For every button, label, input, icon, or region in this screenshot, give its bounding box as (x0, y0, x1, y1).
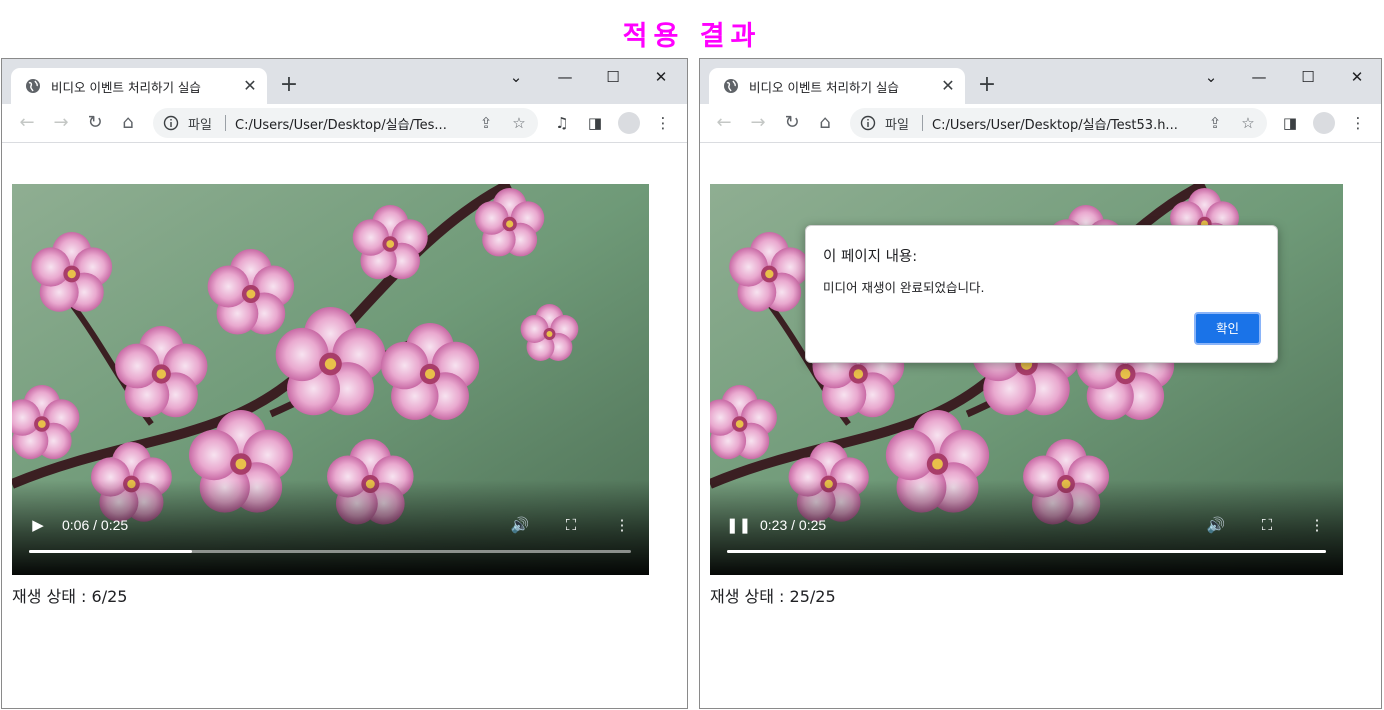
dialog-message: 미디어 재생이 완료되었습니다. (823, 280, 985, 295)
play-icon[interactable]: ▶ (28, 516, 48, 536)
volume-icon[interactable]: 🔊 (1205, 515, 1227, 537)
browser-window-left: 비디오 이벤트 처리하기 실습 ✕ + ⌄ — ☐ ✕ ← → ↻ ⌂ 파일 C… (1, 58, 688, 709)
browser-toolbar: ← → ↻ ⌂ 파일 C:/Users/User/Desktop/실습/Tes.… (2, 104, 687, 143)
new-tab-button[interactable]: + (975, 73, 999, 97)
globe-icon (724, 79, 738, 93)
share-icon[interactable]: ⇪ (477, 114, 495, 132)
url-text[interactable]: C:/Users/User/Desktop/실습/Tes... (235, 114, 447, 133)
reload-icon[interactable]: ↻ (780, 111, 804, 135)
url-separator (225, 115, 226, 131)
video-player[interactable]: ▶ 0:06 / 0:25 🔊 ⛶ ⋮ (12, 184, 649, 575)
video-progress-fill (29, 550, 192, 553)
pause-icon[interactable]: ❚❚ (726, 516, 751, 536)
fullscreen-icon[interactable]: ⛶ (1256, 515, 1278, 537)
video-progress-bar[interactable] (29, 550, 631, 553)
tab-close-icon[interactable]: ✕ (241, 77, 259, 95)
side-panel-icon[interactable]: ◨ (584, 112, 606, 134)
info-icon[interactable] (163, 115, 179, 131)
alert-dialog: 이 페이지 내용: 미디어 재생이 완료되었습니다. 확인 (805, 225, 1278, 363)
close-window-icon[interactable]: ✕ (649, 65, 673, 89)
page-heading: 적용 결과 (622, 21, 762, 52)
page-content: ▶ 0:06 / 0:25 🔊 ⛶ ⋮ 재생 상태 : 6/25 (2, 144, 687, 708)
profile-avatar-icon[interactable] (1313, 112, 1335, 134)
video-progress-bar[interactable] (727, 550, 1326, 553)
video-progress-fill (727, 550, 1326, 553)
media-control-icon[interactable]: ♫ (551, 112, 573, 134)
browser-toolbar: ← → ↻ ⌂ 파일 C:/Users/User/Desktop/실습/Test… (700, 104, 1381, 143)
tab-search-icon[interactable]: ⌄ (504, 65, 528, 89)
address-bar[interactable]: 파일 C:/Users/User/Desktop/실습/Tes... ⇪ ☆ (153, 108, 538, 138)
menu-kebab-icon[interactable]: ⋮ (652, 112, 674, 134)
dialog-ok-button[interactable]: 확인 (1194, 312, 1261, 345)
tab-title: 비디오 이벤트 처리하기 실습 (51, 80, 201, 95)
tab-close-icon[interactable]: ✕ (939, 77, 957, 95)
volume-icon[interactable]: 🔊 (509, 515, 531, 537)
forward-icon[interactable]: → (746, 111, 770, 135)
bookmark-star-icon[interactable]: ☆ (510, 114, 528, 132)
url-scheme-label: 파일 (188, 118, 212, 133)
browser-tab[interactable]: 비디오 이벤트 처리하기 실습 ✕ (11, 68, 267, 104)
tab-strip: 비디오 이벤트 처리하기 실습 ✕ + ⌄ — ☐ ✕ (2, 59, 687, 104)
playback-status-text: 재생 상태 : 6/25 (12, 587, 128, 606)
dialog-title: 이 페이지 내용: (823, 249, 918, 265)
url-text[interactable]: C:/Users/User/Desktop/실습/Test53.h... (932, 114, 1178, 133)
fullscreen-icon[interactable]: ⛶ (560, 515, 582, 537)
reload-icon[interactable]: ↻ (83, 111, 107, 135)
menu-kebab-icon[interactable]: ⋮ (1347, 112, 1369, 134)
tab-strip: 비디오 이벤트 처리하기 실습 ✕ + ⌄ — ☐ ✕ (700, 59, 1381, 104)
back-icon[interactable]: ← (15, 111, 39, 135)
video-time: 0:23 / 0:25 (760, 517, 827, 533)
home-icon[interactable]: ⌂ (116, 111, 140, 135)
maximize-icon[interactable]: ☐ (1296, 65, 1320, 89)
share-icon[interactable]: ⇪ (1206, 114, 1224, 132)
video-time: 0:06 / 0:25 (62, 517, 129, 533)
minimize-icon[interactable]: — (553, 65, 577, 89)
close-window-icon[interactable]: ✕ (1345, 65, 1369, 89)
globe-icon (26, 79, 40, 93)
browser-tab[interactable]: 비디오 이벤트 처리하기 실습 ✕ (709, 68, 965, 104)
bookmark-star-icon[interactable]: ☆ (1239, 114, 1257, 132)
playback-status-text: 재생 상태 : 25/25 (710, 587, 836, 606)
maximize-icon[interactable]: ☐ (601, 65, 625, 89)
forward-icon[interactable]: → (49, 111, 73, 135)
tab-title: 비디오 이벤트 처리하기 실습 (749, 80, 899, 95)
back-icon[interactable]: ← (712, 111, 736, 135)
address-bar[interactable]: 파일 C:/Users/User/Desktop/실습/Test53.h... … (850, 108, 1267, 138)
info-icon[interactable] (860, 115, 876, 131)
home-icon[interactable]: ⌂ (813, 111, 837, 135)
browser-window-right: 비디오 이벤트 처리하기 실습 ✕ + ⌄ — ☐ ✕ ← → ↻ ⌂ 파일 C… (699, 58, 1382, 709)
more-options-icon[interactable]: ⋮ (611, 515, 633, 537)
url-separator (922, 115, 923, 131)
page-content: ❚❚ 0:23 / 0:25 🔊 ⛶ ⋮ 재생 상태 : 25/25 이 페이지… (700, 144, 1381, 708)
more-options-icon[interactable]: ⋮ (1306, 515, 1328, 537)
minimize-icon[interactable]: — (1247, 65, 1271, 89)
side-panel-icon[interactable]: ◨ (1279, 112, 1301, 134)
profile-avatar-icon[interactable] (618, 112, 640, 134)
new-tab-button[interactable]: + (277, 73, 301, 97)
tab-search-icon[interactable]: ⌄ (1199, 65, 1223, 89)
url-scheme-label: 파일 (885, 118, 909, 133)
